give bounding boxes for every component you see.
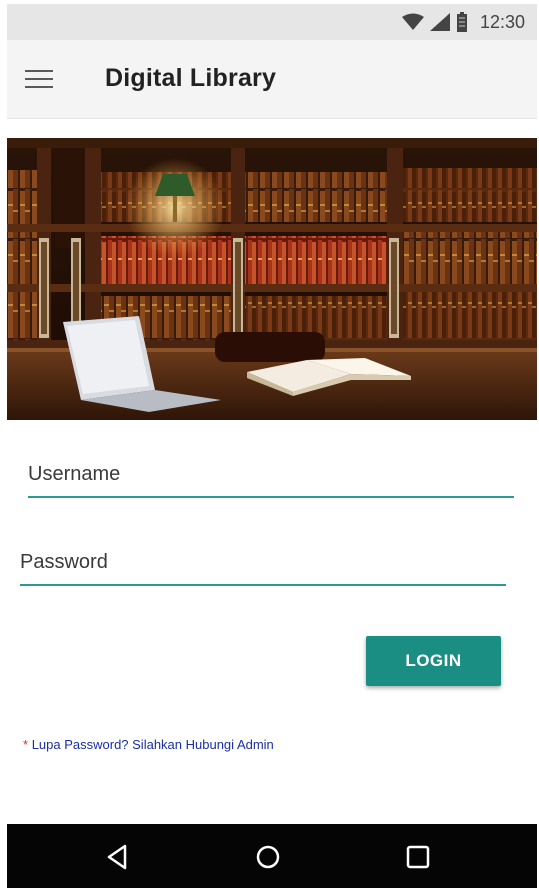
status-icons: 12:30 [401, 4, 525, 40]
password-input[interactable] [20, 540, 506, 584]
app-bar: Digital Library [7, 40, 537, 119]
system-navigation-bar [7, 824, 537, 888]
hamburger-menu-icon[interactable] [25, 70, 53, 90]
username-underline [28, 496, 514, 498]
wifi-icon [401, 13, 424, 30]
forgot-password-text: Lupa Password? Silahkan Hubungi Admin [31, 737, 274, 752]
signal-icon [429, 13, 450, 31]
home-circle-icon[interactable] [253, 842, 283, 872]
username-input[interactable] [28, 452, 514, 496]
app-title: Digital Library [105, 64, 277, 92]
library-hero-image [7, 138, 537, 420]
recents-square-icon[interactable] [403, 842, 433, 872]
required-asterisk: * [23, 737, 29, 752]
login-button[interactable]: LOGIN [366, 636, 501, 686]
login-screen: 12:30 Digital Library Username LOGIN * L… [7, 4, 537, 888]
battery-icon [456, 12, 467, 32]
password-underline [20, 584, 506, 586]
back-triangle-icon[interactable] [103, 842, 133, 872]
username-field [28, 452, 514, 498]
forgot-password-note: * Lupa Password? Silahkan Hubungi Admin [23, 737, 274, 752]
password-field [20, 540, 506, 586]
status-time: 12:30 [479, 11, 525, 32]
status-bar: 12:30 [7, 4, 537, 40]
